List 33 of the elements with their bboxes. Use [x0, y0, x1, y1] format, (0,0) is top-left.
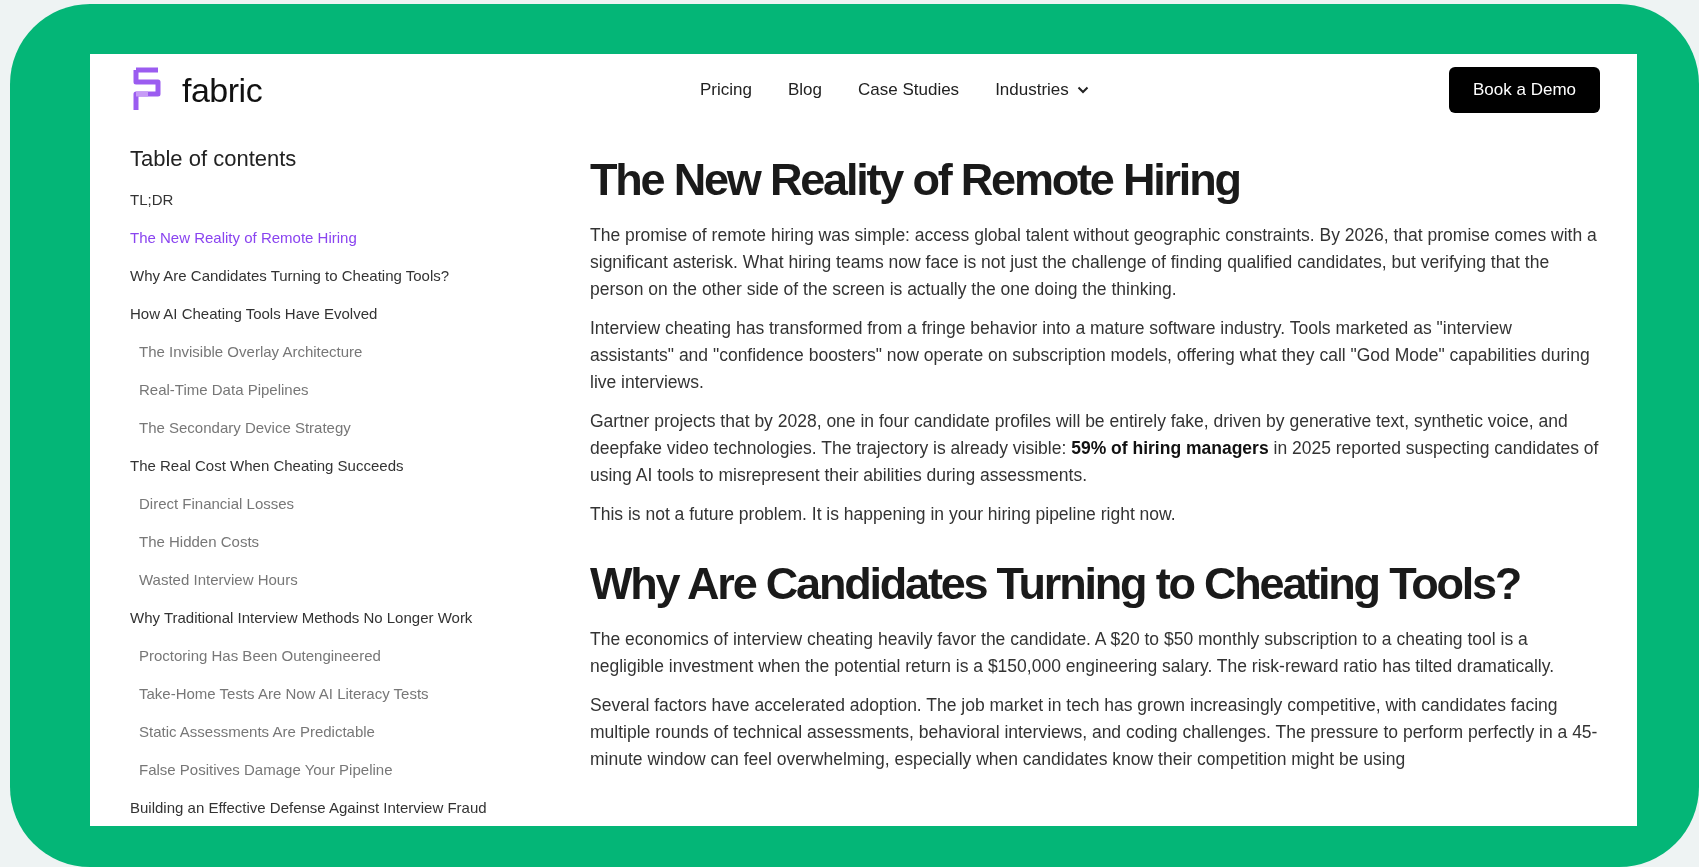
caret-icon	[1076, 86, 1089, 94]
toc-link[interactable]: The Real Cost When Cheating Succeeds	[130, 456, 590, 494]
nav-link[interactable]: Pricing	[700, 80, 752, 100]
nav-link[interactable]: Case Studies	[858, 80, 960, 100]
paragraph: Gartner projects that by 2028, one in four candidate profiles will be entirely fake, driven by generative text, synthetic voice, and deepfake video technologies. The trajectory is already visible: 59% of hiring managers in 2025 reported suspecting candidates of using AI tools to misrepresent their abilities during assessments.	[590, 410, 1600, 487]
toc-link[interactable]: TL;DR	[130, 190, 590, 228]
toc-link[interactable]: Why Are Candidates Turning to Cheating Tools?	[130, 266, 590, 304]
toc-link[interactable]: Proctoring Has Been Outengineered	[130, 646, 590, 684]
toc-link[interactable]: The New Reality of Remote Hiring	[130, 228, 590, 266]
logo-text[interactable]: fabric	[182, 70, 263, 110]
toc-link[interactable]: Take-Home Tests Are Now AI Literacy Tests	[130, 684, 590, 722]
paragraph: This is not a future problem. It is happening in your hiring pipeline right now.	[590, 503, 1177, 526]
toc-link[interactable]: Why Traditional Interview Methods No Longer Work	[130, 608, 590, 646]
toc-title: Table of contents	[130, 146, 298, 172]
toc-link[interactable]: The Secondary Device Strategy	[130, 418, 590, 456]
toc-link[interactable]: Real-Time Data Pipelines	[130, 380, 590, 418]
section-heading: Why Are Candidates Turning to Cheating Tools?	[590, 557, 1522, 611]
nav-link[interactable]: Industries	[995, 80, 1089, 100]
toc-link[interactable]: How AI Cheating Tools Have Evolved	[130, 304, 590, 342]
toc-link[interactable]: The Invisible Overlay Architecture	[130, 342, 590, 380]
toc-link[interactable]: Wasted Interview Hours	[130, 570, 590, 608]
paragraph: Several factors have accelerated adoption. The job market in tech has grown increasingly competitive, with candidates facing multiple rounds of technical assessments, behavioral interviews, and coding challenges. The pressure to perform perfectly in a 45-minute window can feel overwhelming, especially when candidates know their competition might be using	[590, 694, 1599, 771]
paragraph: The promise of remote hiring was simple: access global talent without geographic constraints. By 2026, that promise comes with a significant asterisk. What hiring teams now face is not just the challenge of finding qualified candidates, but verifying that the person on the other side of the screen is actually the one doing the thinking.	[590, 224, 1598, 301]
paragraph: Interview cheating has transformed from a fringe behavior into a mature software industry. Tools marketed as "interview assistants" and "confidence boosters" now operate on subscription models, offering what they call "God Mode" capabilities during live interviews.	[590, 317, 1591, 394]
toc-link[interactable]: Direct Financial Losses	[130, 494, 590, 532]
toc-link[interactable]: The Hidden Costs	[130, 532, 590, 570]
nav-link[interactable]: Blog	[787, 80, 822, 100]
toc-link[interactable]: False Positives Damage Your Pipeline	[130, 760, 590, 798]
paragraph: The economics of interview cheating heavily favor the candidate. A $20 to $50 monthly subscription to a cheating tool is a negligible investment when the potential return is a $150,000 engineering salary. The risk-reward ratio has tilted dramatically.	[590, 628, 1555, 678]
book-demo-button[interactable]: Book a Demo	[1449, 67, 1600, 113]
toc-link[interactable]: Building an Effective Defense Against Interview Fraud	[130, 798, 590, 826]
section-heading: The New Reality of Remote Hiring	[590, 153, 1241, 207]
toc-link[interactable]: Static Assessments Are Predictable	[130, 722, 590, 760]
